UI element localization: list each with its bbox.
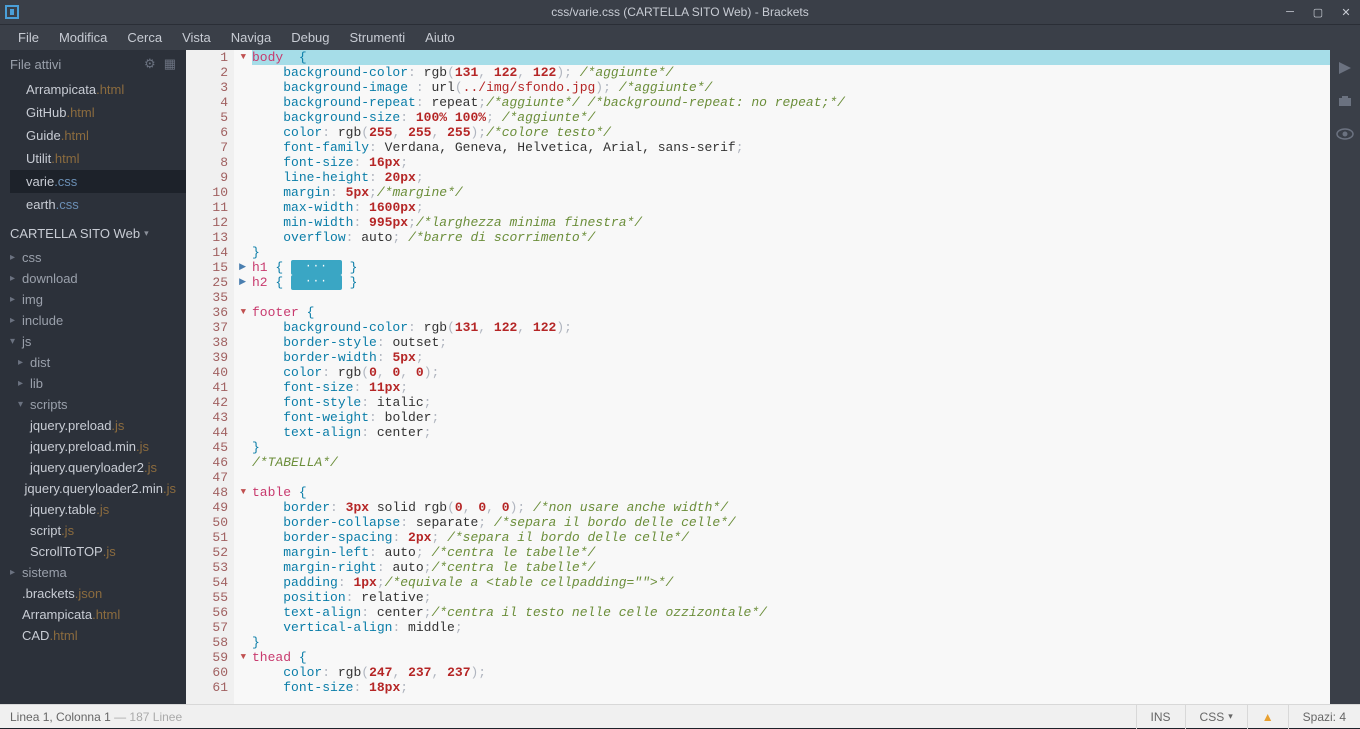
tree-folder[interactable]: ▸download [0, 268, 186, 289]
tree-folder[interactable]: ▾js [0, 331, 186, 352]
chevron-down-icon: ▾ [144, 228, 149, 239]
cursor-position[interactable]: Linea 1, Colonna 1 [10, 710, 111, 724]
eye-icon[interactable] [1336, 128, 1354, 140]
menu-aiuto[interactable]: Aiuto [415, 26, 465, 49]
menu-cerca[interactable]: Cerca [117, 26, 172, 49]
menu-naviga[interactable]: Naviga [221, 26, 281, 49]
working-file[interactable]: GitHub.html [10, 101, 186, 124]
tree-file[interactable]: jquery.table.js [0, 499, 186, 520]
working-files-header: File attivi ⚙ ▦ [0, 50, 186, 78]
menu-file[interactable]: File [8, 26, 49, 49]
menu-strumenti[interactable]: Strumenti [340, 26, 416, 49]
menubar: FileModificaCercaVistaNavigaDebugStrumen… [0, 24, 1360, 50]
menu-modifica[interactable]: Modifica [49, 26, 117, 49]
gutter: 1▼23456789101112131415▶25▶3536▼373839404… [186, 50, 234, 704]
working-file[interactable]: earth.css [10, 193, 186, 216]
live-preview-icon[interactable] [1337, 60, 1353, 76]
insert-mode[interactable]: INS [1136, 705, 1185, 729]
statusbar: Linea 1, Colonna 1 — 187 Linee INS CSS ▾… [0, 704, 1360, 728]
menu-debug[interactable]: Debug [281, 26, 339, 49]
tree-file[interactable]: jquery.queryloader2.js [0, 457, 186, 478]
language-mode[interactable]: CSS ▾ [1185, 705, 1247, 729]
close-button[interactable]: ✕ [1332, 0, 1360, 24]
code-area[interactable]: body { background-color: rgb(131, 122, 1… [234, 50, 1330, 704]
tree-file[interactable]: jquery.preload.js [0, 415, 186, 436]
tree-folder[interactable]: ▸sistema [0, 562, 186, 583]
working-file[interactable]: Utilit.html [10, 147, 186, 170]
menu-vista[interactable]: Vista [172, 26, 221, 49]
sidebar: File attivi ⚙ ▦ Arrampicata.htmlGitHub.h… [0, 50, 186, 704]
tree-file[interactable]: jquery.preload.min.js [0, 436, 186, 457]
tree-file[interactable]: jquery.queryloader2.min.js [0, 478, 186, 499]
tree-folder[interactable]: ▸include [0, 310, 186, 331]
working-file[interactable]: Arrampicata.html [10, 78, 186, 101]
app-icon [0, 0, 24, 24]
tree-folder[interactable]: ▸lib [0, 373, 186, 394]
indent-mode[interactable]: Spazi: 4 [1288, 705, 1360, 729]
working-files-label: File attivi [10, 57, 61, 72]
maximize-button[interactable]: ▢ [1304, 0, 1332, 24]
project-header[interactable]: CARTELLA SITO Web ▾ [0, 216, 186, 247]
tree-file[interactable]: CAD.html [0, 625, 186, 646]
tree-folder[interactable]: ▸css [0, 247, 186, 268]
tree-folder[interactable]: ▸dist [0, 352, 186, 373]
tree-file[interactable]: Arrampicata.html [0, 604, 186, 625]
right-rail [1330, 50, 1360, 704]
extensions-icon[interactable] [1337, 94, 1353, 110]
minimize-button[interactable]: ─ [1276, 0, 1304, 24]
gear-icon[interactable]: ⚙ [144, 56, 156, 72]
line-count: — 187 Linee [114, 710, 182, 724]
titlebar: css/varie.css (CARTELLA SITO Web) - Brac… [0, 0, 1360, 24]
window-title: css/varie.css (CARTELLA SITO Web) - Brac… [551, 5, 808, 19]
tree-folder[interactable]: ▾scripts [0, 394, 186, 415]
working-file[interactable]: varie.css [10, 170, 186, 193]
project-name: CARTELLA SITO Web [10, 226, 140, 241]
split-icon[interactable]: ▦ [164, 56, 176, 72]
tree-file[interactable]: .brackets.json [0, 583, 186, 604]
editor[interactable]: 1▼23456789101112131415▶25▶3536▼373839404… [186, 50, 1330, 704]
tree-file[interactable]: ScrollToTOP.js [0, 541, 186, 562]
tree-file[interactable]: script.js [0, 520, 186, 541]
lint-status[interactable]: ▲ [1247, 705, 1288, 729]
working-file[interactable]: Guide.html [10, 124, 186, 147]
file-tree: ▸css▸download▸img▸include▾js▸dist▸lib▾sc… [0, 247, 186, 646]
tree-folder[interactable]: ▸img [0, 289, 186, 310]
working-files-list: Arrampicata.htmlGitHub.htmlGuide.htmlUti… [0, 78, 186, 216]
